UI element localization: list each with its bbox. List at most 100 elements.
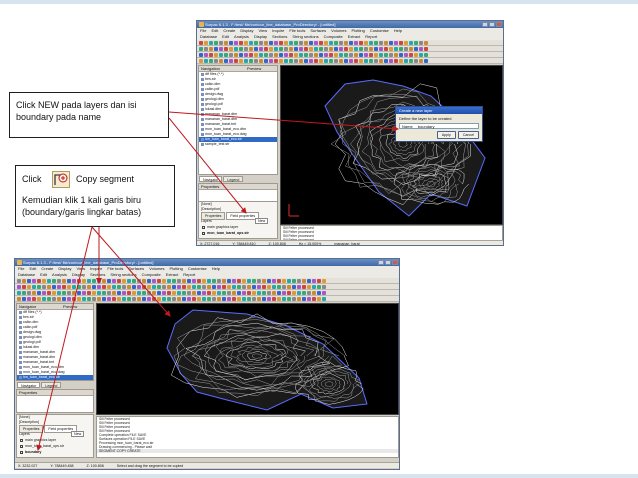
command-prompt[interactable]: SEGMENT COPY CREATE [97, 449, 398, 453]
toolbar-button-icon[interactable] [399, 53, 403, 57]
toolbar-button-icon[interactable] [72, 297, 76, 301]
toolbar-button-icon[interactable] [82, 297, 86, 301]
toolbar-button-icon[interactable] [112, 291, 116, 295]
toolbar-button-icon[interactable] [369, 41, 373, 45]
toolbar-button-icon[interactable] [312, 285, 316, 289]
toolbar-button-icon[interactable] [262, 297, 266, 301]
toolbar-button-icon[interactable] [297, 285, 301, 289]
toolbar-button-icon[interactable] [307, 297, 311, 301]
toolbar-button-icon[interactable] [254, 53, 258, 57]
toolbar-button-icon[interactable] [274, 53, 278, 57]
toolbar-button-icon[interactable] [167, 285, 171, 289]
toolbar-button-icon[interactable] [242, 291, 246, 295]
toolbar-button-icon[interactable] [424, 53, 428, 57]
toolbar-button-icon[interactable] [62, 279, 66, 283]
menu-item[interactable]: Composite [324, 34, 343, 39]
toolbar-button-icon[interactable] [67, 279, 71, 283]
toolbar-button-icon[interactable] [354, 59, 358, 63]
minimize-button[interactable] [378, 260, 384, 265]
toolbar-button-icon[interactable] [404, 47, 408, 51]
toolbar-button-icon[interactable] [419, 59, 423, 63]
toolbar-button-icon[interactable] [229, 47, 233, 51]
toolbar-button-icon[interactable] [394, 53, 398, 57]
menu-item[interactable]: Display [58, 266, 71, 271]
layer-visibility-checkbox[interactable]: ✓ [20, 444, 24, 448]
toolbar-button-icon[interactable] [247, 291, 251, 295]
toolbar-button-icon[interactable] [414, 47, 418, 51]
toolbar-button-icon[interactable] [204, 47, 208, 51]
toolbar-button-icon[interactable] [102, 279, 106, 283]
toolbar-button-icon[interactable] [309, 59, 313, 63]
toolbar-button-icon[interactable] [299, 59, 303, 63]
toolbar-button-icon[interactable] [202, 285, 206, 289]
toolbar-button-icon[interactable] [47, 285, 51, 289]
toolbar-button-icon[interactable] [172, 291, 176, 295]
toolbar-button-icon[interactable] [384, 47, 388, 51]
toolbar-button-icon[interactable] [187, 297, 191, 301]
toolbar-button-icon[interactable] [122, 285, 126, 289]
toolbar-button-icon[interactable] [227, 279, 231, 283]
toolbar-button-icon[interactable] [182, 291, 186, 295]
menu-item[interactable]: Display [240, 28, 253, 33]
toolbar-button-icon[interactable] [132, 297, 136, 301]
cancel-button[interactable]: Cancel [457, 131, 479, 139]
menu-item[interactable]: File tools [107, 266, 123, 271]
menu-item[interactable]: File [200, 28, 206, 33]
toolbar-button-icon[interactable] [142, 279, 146, 283]
toolbar-button-icon[interactable] [217, 279, 221, 283]
toolbar-button-icon[interactable] [42, 297, 46, 301]
toolbar-button-icon[interactable] [137, 279, 141, 283]
menu-item[interactable]: Report [365, 34, 377, 39]
toolbar-button-icon[interactable] [142, 285, 146, 289]
toolbar-button-icon[interactable] [42, 291, 46, 295]
toolbar-button-icon[interactable] [147, 291, 151, 295]
toolbar-button-icon[interactable] [394, 47, 398, 51]
menu-item[interactable]: Analysis [234, 34, 249, 39]
toolbar-button-icon[interactable] [222, 279, 226, 283]
toolbar-button-icon[interactable] [152, 279, 156, 283]
menu-item[interactable]: Composite [142, 272, 161, 277]
toolbar-button-icon[interactable] [87, 291, 91, 295]
menu-item[interactable]: Volumes [331, 28, 346, 33]
toolbar-button-icon[interactable] [37, 297, 41, 301]
toolbar-button-icon[interactable] [72, 291, 76, 295]
toolbar-button-icon[interactable] [27, 279, 31, 283]
toolbar-button-icon[interactable] [379, 47, 383, 51]
toolbar-button-icon[interactable] [349, 59, 353, 63]
toolbar-button-icon[interactable] [282, 297, 286, 301]
toolbar-button-icon[interactable] [287, 291, 291, 295]
toolbar-button-icon[interactable] [329, 47, 333, 51]
toolbar-button-icon[interactable] [92, 279, 96, 283]
toolbar-button-icon[interactable] [234, 59, 238, 63]
toolbar-button-icon[interactable] [344, 59, 348, 63]
toolbar-button-icon[interactable] [52, 285, 56, 289]
file-list-item[interactable]: sample_test.str [199, 142, 277, 147]
toolbar-button-icon[interactable] [364, 59, 368, 63]
toolbar-button-icon[interactable] [57, 291, 61, 295]
toolbar-button-icon[interactable] [92, 291, 96, 295]
toolbar-button-icon[interactable] [209, 59, 213, 63]
toolbar-button-icon[interactable] [414, 53, 418, 57]
toolbar-button-icon[interactable] [199, 47, 203, 51]
toolbar-button-icon[interactable] [127, 291, 131, 295]
toolbar-button-icon[interactable] [102, 291, 106, 295]
toolbar-button-icon[interactable] [404, 59, 408, 63]
toolbar-button-icon[interactable] [359, 47, 363, 51]
toolbar-button-icon[interactable] [229, 53, 233, 57]
toolbar-button-icon[interactable] [227, 297, 231, 301]
toolbar-button-icon[interactable] [299, 53, 303, 57]
toolbar-button-icon[interactable] [404, 41, 408, 45]
layer-row[interactable]: ✓boundary [20, 449, 41, 455]
toolbar-button-icon[interactable] [204, 59, 208, 63]
toolbar-button-icon[interactable] [199, 41, 203, 45]
toolbar-button-icon[interactable] [147, 285, 151, 289]
toolbar-button-icon[interactable] [62, 297, 66, 301]
toolbar-button-icon[interactable] [22, 291, 26, 295]
toolbar-button-icon[interactable] [187, 285, 191, 289]
toolbar-button-icon[interactable] [264, 53, 268, 57]
toolbar-button-icon[interactable] [252, 285, 256, 289]
toolbar-button-icon[interactable] [292, 279, 296, 283]
toolbar-button-icon[interactable] [254, 47, 258, 51]
toolbar-button-icon[interactable] [344, 53, 348, 57]
toolbar-button-icon[interactable] [389, 47, 393, 51]
